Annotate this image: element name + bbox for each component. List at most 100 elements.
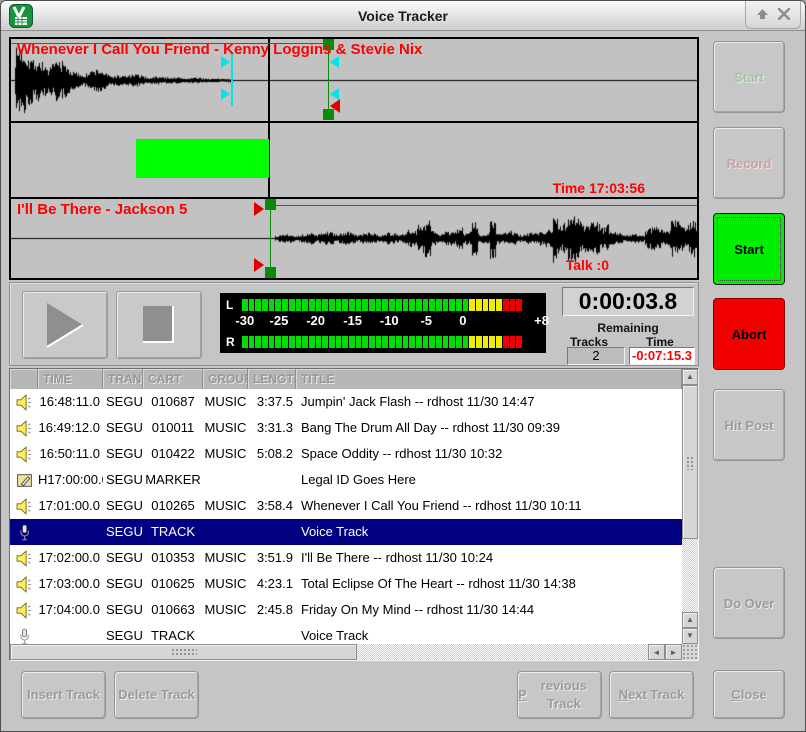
- mic-icon: [10, 623, 38, 644]
- meter-segment-green: [349, 336, 355, 348]
- column-header-length[interactable]: LENGTH: [248, 369, 296, 389]
- record-button[interactable]: Record: [713, 127, 785, 199]
- horizontal-scrollbar[interactable]: ◄ ►: [10, 644, 682, 660]
- vertical-scrollbar[interactable]: ▲ ▲ ▼: [682, 369, 698, 644]
- log-row[interactable]: SEGUETRACKVoice Track: [10, 519, 682, 545]
- meter-scale-label: -25: [270, 313, 289, 328]
- cell-title: Space Oddity -- rdhost 11/30 10:32: [296, 441, 682, 467]
- do-over-button[interactable]: Do Over: [713, 567, 785, 639]
- hit-post-button[interactable]: Hit Post: [713, 389, 785, 461]
- close-button[interactable]: Close: [713, 670, 785, 719]
- track2-start-marker-line[interactable]: [270, 201, 271, 276]
- meter-segment-green: [423, 336, 429, 348]
- scroll-left-icon[interactable]: ◄: [648, 644, 665, 660]
- scroll-up-icon[interactable]: ▲: [682, 369, 698, 385]
- cell-trans: SEGUE: [103, 519, 143, 545]
- meter-segment-green: [262, 336, 268, 348]
- marker-icon: [10, 467, 38, 493]
- column-header-time[interactable]: TIME: [38, 369, 103, 389]
- resize-grip[interactable]: [682, 644, 698, 660]
- log-row[interactable]: 16:48:11.0SEGUE010687MUSIC3:37.5Jumpin' …: [10, 389, 682, 415]
- start-button-active[interactable]: Start: [713, 213, 785, 285]
- meter-segment-green: [369, 299, 375, 311]
- meter-segment-yellow: [496, 336, 502, 348]
- cell-title: Bang The Drum All Day -- rdhost 11/30 09…: [296, 415, 682, 441]
- cell-title: Jumpin' Jack Flash -- rdhost 11/30 14:47: [296, 389, 682, 415]
- cell-group: MUSIC: [203, 415, 248, 441]
- meter-scale-label: -20: [306, 313, 325, 328]
- segue-start-top-handle[interactable]: [254, 202, 264, 216]
- segue-start-bottom-handle[interactable]: [254, 258, 264, 272]
- column-header-title[interactable]: TITLE: [296, 369, 682, 389]
- insert-track-button[interactable]: Insert Track: [21, 671, 106, 719]
- track2-start-marker-top-handle[interactable]: [265, 199, 276, 210]
- column-header-icon[interactable]: [10, 369, 38, 389]
- meter-segment-green: [382, 299, 388, 311]
- delete-track-button[interactable]: Delete Track: [114, 671, 199, 719]
- meter-segment-green: [409, 299, 415, 311]
- titlebar[interactable]: Voice Tracker: [1, 1, 805, 31]
- cell-cart: 010011: [143, 415, 203, 441]
- scroll-up2-icon[interactable]: ▲: [682, 612, 698, 628]
- cell-title: Total Eclipse Of The Heart -- rdhost 11/…: [296, 571, 682, 597]
- horizontal-scroll-track[interactable]: [357, 644, 648, 660]
- meter-segment-green: [275, 299, 281, 311]
- cell-title: Voice Track: [296, 623, 682, 644]
- meter-segment-red: [503, 299, 509, 311]
- log-row[interactable]: 17:03:00.0SEGUE010625MUSIC4:23.1Total Ec…: [10, 571, 682, 597]
- fade-marker-bottom-handle[interactable]: [221, 88, 230, 100]
- horizontal-scroll-thumb[interactable]: [10, 644, 357, 660]
- meter-segment-green: [436, 299, 442, 311]
- column-header-group[interactable]: GROUP: [203, 369, 248, 389]
- meter-segment-green: [423, 299, 429, 311]
- cell-group: [203, 519, 248, 545]
- log-list: TIMETRANSCARTGROUPLENGTHTITLE 16:48:11.0…: [9, 368, 699, 661]
- log-row[interactable]: 16:50:11.0SEGUE010422MUSIC5:08.2Space Od…: [10, 441, 682, 467]
- shade-window-icon[interactable]: [756, 8, 769, 22]
- cell-cart: 010687: [143, 389, 203, 415]
- previous-track-button[interactable]: Previous Track: [517, 671, 602, 719]
- scroll-right-icon[interactable]: ►: [665, 644, 682, 660]
- meter-scale-label: -10: [380, 313, 399, 328]
- vertical-scroll-track[interactable]: [682, 539, 698, 612]
- stop-button[interactable]: [116, 291, 202, 359]
- log-row[interactable]: 17:01:00.0SEGUE010265MUSIC3:58.4Whenever…: [10, 493, 682, 519]
- abort-button[interactable]: Abort: [713, 298, 785, 370]
- track2-start-marker-bottom-handle[interactable]: [265, 267, 276, 278]
- log-row[interactable]: 17:04:00.0SEGUE010663MUSIC2:45.8Friday O…: [10, 597, 682, 623]
- vertical-scroll-thumb[interactable]: [682, 385, 698, 539]
- voice-track-region[interactable]: [136, 139, 269, 178]
- speaker-icon: [10, 389, 38, 415]
- log-row[interactable]: SEGUETRACKVoice Track: [10, 623, 682, 644]
- cell-group: MUSIC: [203, 441, 248, 467]
- meter-segment-green: [356, 336, 362, 348]
- close-window-icon[interactable]: [778, 8, 790, 22]
- log-row[interactable]: 16:49:12.0SEGUE010011MUSIC3:31.3Bang The…: [10, 415, 682, 441]
- cell-time: 17:01:00.0: [38, 493, 103, 519]
- next-track-button[interactable]: Next Track: [609, 671, 694, 719]
- cell-trans: SEGUE: [103, 545, 143, 571]
- scroll-down-icon[interactable]: ▼: [682, 628, 698, 644]
- cell-cart: 010265: [143, 493, 203, 519]
- segue-end-handle[interactable]: [330, 99, 340, 113]
- cell-cart: TRACK: [143, 519, 203, 545]
- meter-segment-green: [436, 336, 442, 348]
- column-header-cart[interactable]: CART: [143, 369, 203, 389]
- track1-waveform-strip[interactable]: Whenever I Call You Friend - Kenny Loggi…: [11, 39, 697, 121]
- column-header-trans[interactable]: TRANS: [103, 369, 143, 389]
- fade-marker-line[interactable]: [231, 53, 233, 106]
- meter-segment-green: [242, 299, 248, 311]
- start-button-disabled[interactable]: Start: [713, 41, 785, 113]
- meter-segment-green: [289, 299, 295, 311]
- log-row[interactable]: H17:00:00.0SEGUEMARKERLegal ID Goes Here: [10, 467, 682, 493]
- meter-segment-green: [316, 299, 322, 311]
- meter-segment-green: [409, 336, 415, 348]
- play-button[interactable]: [22, 291, 108, 359]
- meter-segment-green: [255, 299, 261, 311]
- log-row[interactable]: 17:02:00.0SEGUE010353MUSIC3:51.9I'll Be …: [10, 545, 682, 571]
- transport-frame: L -30-25-20-15-10-50+8 R 0:00:03.8 Remai…: [9, 282, 699, 366]
- meter-segment-green: [456, 336, 462, 348]
- remaining-time-value: -0:07:15.3: [629, 347, 695, 365]
- cell-trans: SEGUE: [103, 623, 143, 644]
- cell-length: 5:08.2: [248, 441, 296, 467]
